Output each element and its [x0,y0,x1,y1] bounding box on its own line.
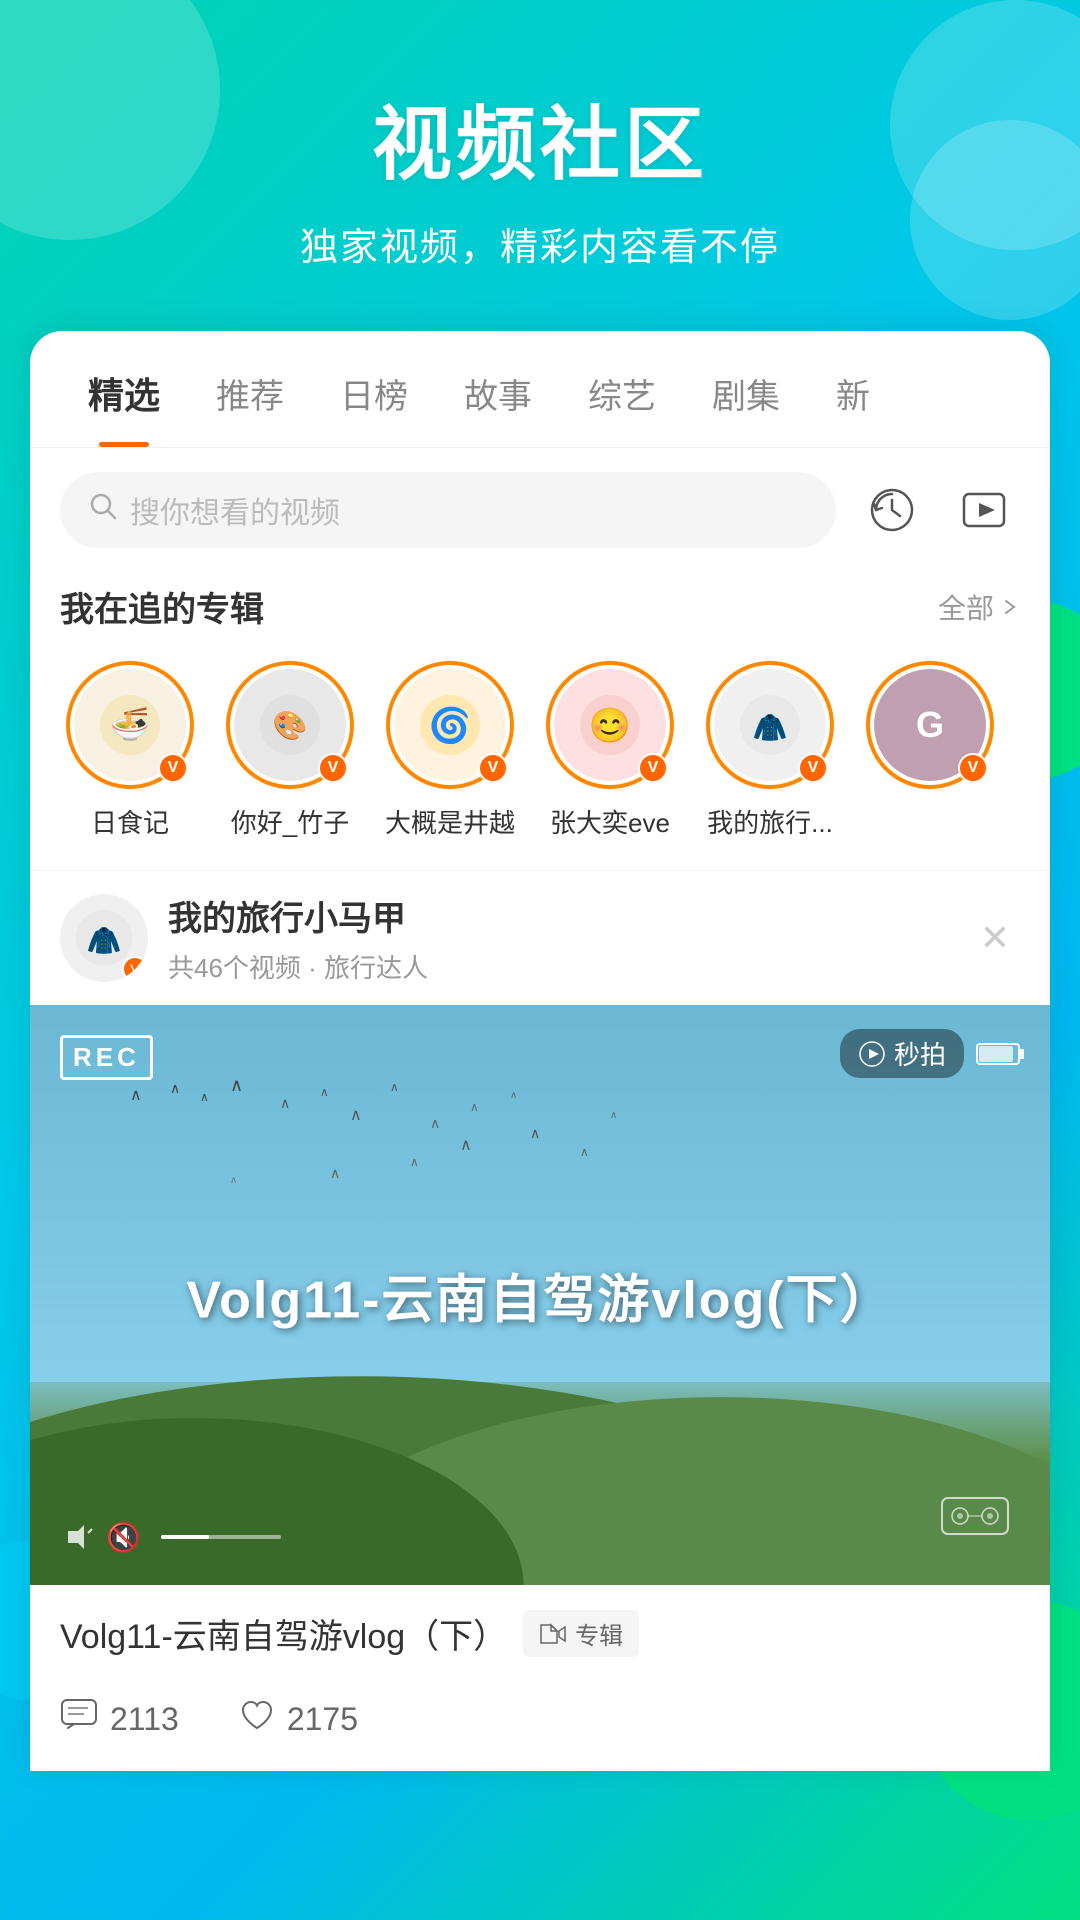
avatar-item-zhuzhu[interactable]: 🎨 V 你好_竹子 [220,661,360,840]
avatar-ring-jingyue: 🌀 V [386,661,514,789]
v-badge-zhangdayi: V [638,753,668,783]
avatar-name-rishiji: 日食记 [91,803,169,840]
mute-indicator: 🔇 [106,1521,141,1554]
comments-count: 2113 [110,1701,179,1738]
video-thumbnail[interactable]: ∧ ∧ ∧ ∧ ∧ ∧ ∧ ∧ ∧ ∧ ∧ ∧ ∧ ∧ ∧ ∧ ∧ ∧ [30,1005,1050,1585]
channel-name: 我的旅行小马甲 [168,891,970,940]
avatar-ring-zhangdayi: 😊 V [546,661,674,789]
rec-box: REC [60,1035,153,1080]
following-more-button[interactable]: 全部 [938,587,1020,627]
tab-gushi[interactable]: 故事 [436,333,560,446]
v-badge-rishiji: V [158,753,188,783]
svg-text:🎨: 🎨 [273,708,308,742]
video-top-right: 秒拍 [840,1029,1026,1078]
following-section-header: 我在追的专辑 全部 [30,572,1050,651]
video-meta: Volg11-云南自驾游vlog（下） 专辑 [30,1585,1050,1688]
avatar-ring-g: G V [866,661,994,789]
page-title: 视频社区 [0,80,1080,196]
rec-text: REC [73,1042,140,1072]
avatar-list: 🍜 V 日食记 🎨 V 你好_竹子 [30,651,1050,870]
svg-text:🧥: 🧥 [87,925,122,956]
miao-label: 秒拍 [894,1035,946,1072]
channel-avatar: 🧥 V [60,894,148,982]
v-badge-jingyue: V [478,753,508,783]
avatar-ring-zhuzhu: 🎨 V [226,661,354,789]
tabs-row: 精选 推荐 日榜 故事 综艺 剧集 新 [30,331,1050,448]
svg-text:🧥: 🧥 [753,712,788,743]
svg-text:🍜: 🍜 [110,706,150,742]
avatar-name-zhuzhu: 你好_竹子 [231,803,349,840]
miao-badge: 秒拍 [840,1029,964,1078]
album-badge[interactable]: 专辑 [523,1610,639,1657]
likes-count: 2175 [287,1701,358,1738]
history-icon-button[interactable] [856,474,928,546]
v-badge-zhuzhu: V [318,753,348,783]
tab-new[interactable]: 新 [808,333,898,446]
v-badge-lxing: V [798,753,828,783]
video-browse-icon-button[interactable] [948,474,1020,546]
avatar-ring-rishiji: 🍜 V [66,661,194,789]
channel-info-card: 🧥 V 我的旅行小马甲 共46个视频 · 旅行达人 ✕ [30,870,1050,1005]
tab-zongyi[interactable]: 综艺 [560,333,684,446]
avatar-name-jingyue: 大概是井越 [385,803,515,840]
channel-close-button[interactable]: ✕ [970,913,1020,963]
like-icon [239,1698,275,1741]
video-progress-bar [161,1535,281,1539]
svg-text:😊: 😊 [589,707,631,745]
comment-icon [60,1698,98,1741]
svg-text:🌀: 🌀 [429,705,471,745]
avatar-name-zhangdayi: 张大奕eve [550,803,670,840]
main-card: 精选 推荐 日榜 故事 综艺 剧集 新 搜你想看 [30,331,1050,1771]
video-progress-fill [161,1535,209,1539]
channel-v-badge: V [122,956,148,982]
channel-text-info: 我的旅行小马甲 共46个视频 · 旅行达人 [168,891,970,985]
avatar-item-g[interactable]: G V ... [860,661,1000,840]
v-badge-g: V [958,753,988,783]
search-icon [88,491,118,529]
video-title-overlay: Volg11-云南自驾游vlog(下） [186,1258,893,1333]
video-stats: 2113 2175 [30,1688,1050,1771]
avatar-item-lxing[interactable]: 🧥 V 我的旅行... [700,661,840,840]
video-title-row: Volg11-云南自驾游vlog（下） 专辑 [60,1609,1020,1658]
page-subtitle: 独家视频，精彩内容看不停 [0,216,1080,271]
avatar-item-rishiji[interactable]: 🍜 V 日食记 [60,661,200,840]
search-placeholder: 搜你想看的视频 [130,488,340,532]
following-title: 我在追的专辑 [60,582,264,631]
avatar-item-jingyue[interactable]: 🌀 V 大概是井越 [380,661,520,840]
video-birds: ∧ ∧ ∧ ∧ ∧ ∧ ∧ ∧ ∧ ∧ ∧ ∧ ∧ ∧ ∧ ∧ ∧ ∧ [30,1065,1050,1265]
channel-meta: 共46个视频 · 旅行达人 [168,948,970,985]
video-rec-indicator: REC [60,1035,153,1080]
tab-juji[interactable]: 剧集 [684,333,808,446]
comments-stat[interactable]: 2113 [60,1698,179,1741]
search-input-wrap[interactable]: 搜你想看的视频 [60,472,836,548]
likes-stat[interactable]: 2175 [239,1698,358,1741]
video-cassette-icon [940,1490,1010,1545]
video-volume-control[interactable]: 🔇 [60,1519,281,1555]
battery-icon [976,1041,1026,1067]
video-title: Volg11-云南自驾游vlog（下） [60,1609,507,1658]
avatar-name-lxing: 我的旅行... [707,803,833,840]
avatar-item-zhangdayi[interactable]: 😊 V 张大奕eve [540,661,680,840]
tab-jingxuan[interactable]: 精选 [60,331,188,447]
tab-tuijian[interactable]: 推荐 [188,333,312,446]
header: 视频社区 独家视频，精彩内容看不停 [0,0,1080,331]
avatar-ring-lxing: 🧥 V [706,661,834,789]
search-bar-area: 搜你想看的视频 [30,448,1050,572]
tab-ribang[interactable]: 日榜 [312,333,436,446]
